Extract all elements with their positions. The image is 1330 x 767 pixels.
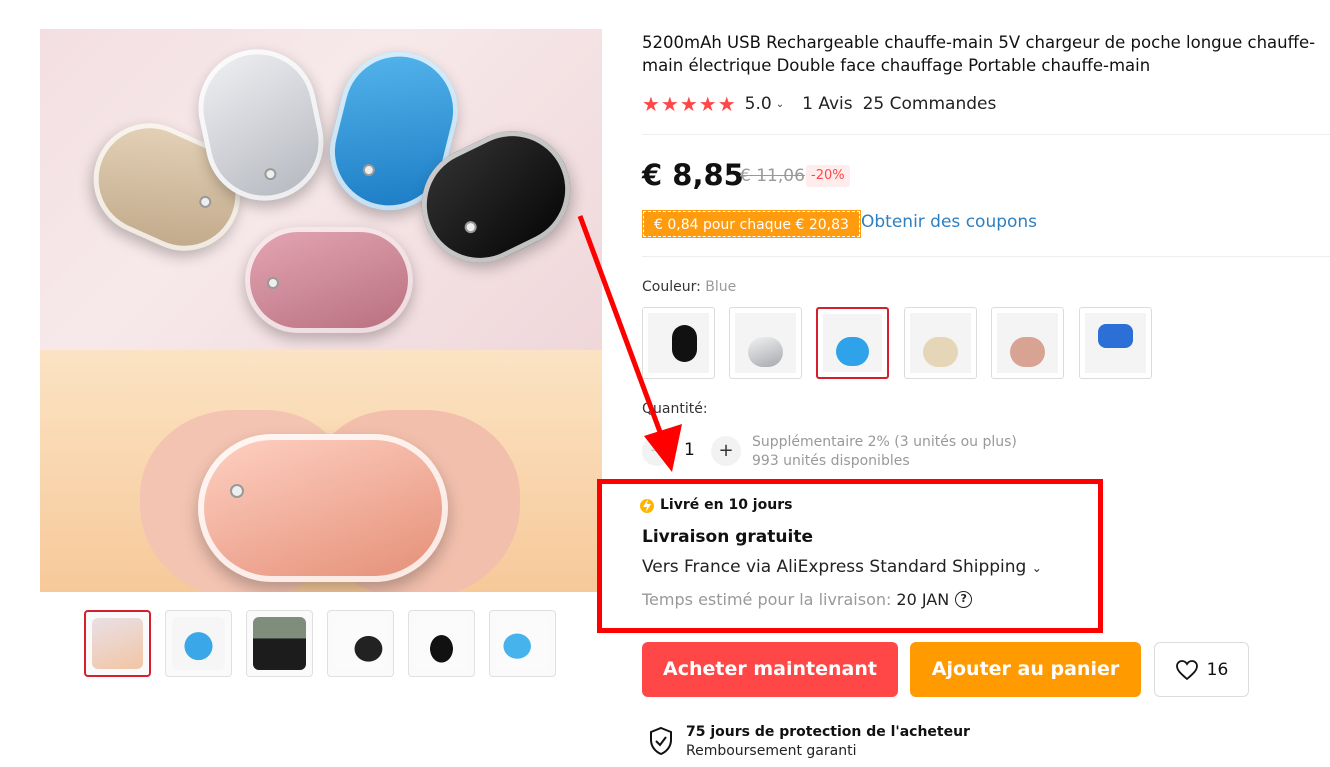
color-swatch-pink[interactable] bbox=[991, 307, 1064, 379]
main-image-bottom-panel bbox=[40, 350, 602, 592]
color-swatch-blue[interactable] bbox=[816, 307, 889, 379]
color-selected-value: Blue bbox=[705, 279, 737, 295]
buy-now-button[interactable]: Acheter maintenant bbox=[642, 642, 898, 697]
product-main-image[interactable] bbox=[40, 29, 602, 592]
quantity-input[interactable]: 1 bbox=[684, 440, 695, 460]
color-swatch-black[interactable] bbox=[642, 307, 715, 379]
discount-badge: -20% bbox=[806, 165, 850, 187]
get-coupons-link[interactable]: Obtenir des coupons bbox=[861, 212, 1037, 232]
add-to-cart-button[interactable]: Ajouter au panier bbox=[910, 642, 1141, 697]
available-units-text: 993 unités disponibles bbox=[752, 453, 910, 469]
color-label-text: Couleur: bbox=[642, 279, 701, 295]
hand-warmer-rose bbox=[198, 434, 448, 582]
thumbnail-3[interactable] bbox=[246, 610, 313, 677]
annotation-highlight-box bbox=[597, 479, 1103, 633]
thumbnail-4[interactable] bbox=[327, 610, 394, 677]
thumbnail-6[interactable] bbox=[489, 610, 556, 677]
wishlist-button[interactable]: 16 bbox=[1154, 642, 1249, 697]
buyer-protection-subtitle: Remboursement garanti bbox=[686, 743, 857, 759]
thumbnail-2[interactable] bbox=[165, 610, 232, 677]
divider bbox=[642, 256, 1330, 257]
buyer-protection-title: 75 jours de protection de l'acheteur bbox=[686, 724, 970, 740]
divider bbox=[642, 134, 1330, 135]
rating-row: ★★★★★ 5.0 ⌄ 1 Avis 25 Commandes bbox=[642, 92, 996, 116]
heart-icon bbox=[1175, 659, 1198, 680]
thumbnail-1[interactable] bbox=[84, 610, 151, 677]
thumbnail-5[interactable] bbox=[408, 610, 475, 677]
original-price: € 11,06 bbox=[740, 166, 805, 186]
chevron-down-icon[interactable]: ⌄ bbox=[776, 99, 784, 110]
current-price: € 8,85 bbox=[642, 158, 744, 192]
bulk-discount-text: Supplémentaire 2% (3 unités ou plus) bbox=[752, 434, 1017, 450]
main-image-top-panel bbox=[40, 29, 602, 350]
quantity-info: Supplémentaire 2% (3 unités ou plus) 993… bbox=[752, 433, 1017, 471]
reviews-link[interactable]: 1 Avis bbox=[802, 94, 853, 114]
hand-warmer-pink bbox=[245, 227, 413, 333]
quantity-increase-button[interactable]: + bbox=[711, 436, 741, 466]
color-label: Couleur: Blue bbox=[642, 279, 736, 295]
shield-check-icon bbox=[650, 726, 672, 756]
color-swatch-blue-pack[interactable] bbox=[1079, 307, 1152, 379]
quantity-label: Quantité: bbox=[642, 401, 708, 417]
color-swatch-gold[interactable] bbox=[904, 307, 977, 379]
orders-count: 25 Commandes bbox=[862, 94, 997, 114]
color-swatch-silver[interactable] bbox=[729, 307, 802, 379]
quantity-decrease-button[interactable]: − bbox=[642, 436, 672, 466]
product-title: 5200mAh USB Rechargeable chauffe-main 5V… bbox=[642, 33, 1316, 75]
rating-value[interactable]: 5.0 bbox=[745, 94, 772, 114]
rating-stars: ★★★★★ bbox=[642, 92, 737, 116]
wishlist-count: 16 bbox=[1206, 659, 1229, 680]
coupon-tag[interactable]: € 0,84 pour chaque € 20,83 bbox=[642, 210, 861, 238]
